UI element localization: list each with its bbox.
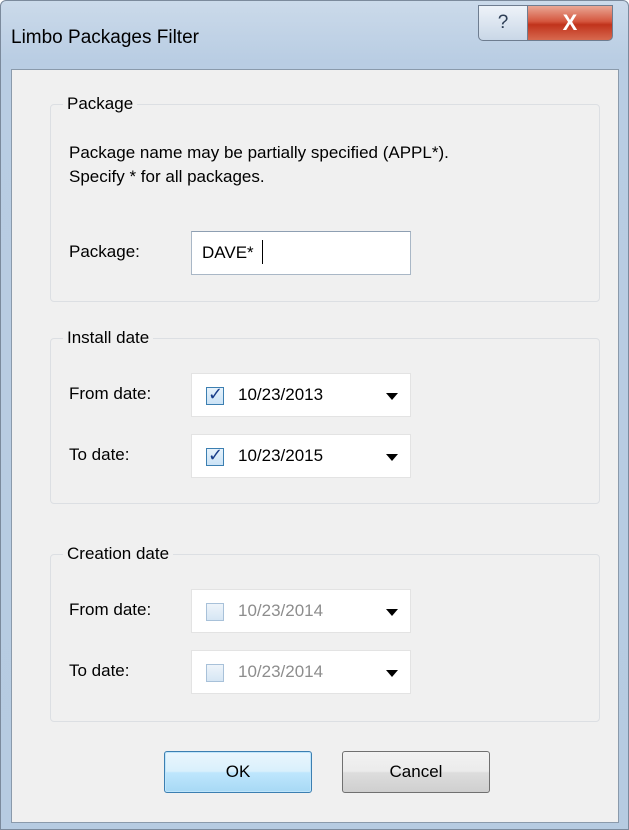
package-group: Package Package name may be partially sp…: [50, 93, 600, 302]
dropdown-arrow-icon[interactable]: [386, 670, 398, 677]
install-from-date: 10/23/2013: [238, 385, 324, 404]
creation-to-date: 10/23/2014: [238, 662, 324, 681]
dialog-window: Limbo Packages Filter ? X Package Packag…: [0, 0, 629, 830]
package-input-value: DAVE*: [202, 243, 254, 262]
install-date-legend: Install date: [63, 327, 154, 349]
creation-from-label: From date:: [69, 600, 152, 619]
install-from-label: From date:: [69, 384, 152, 403]
title-bar[interactable]: Limbo Packages Filter ? X: [1, 1, 628, 69]
help-icon: ?: [497, 12, 509, 33]
creation-date-legend: Creation date: [63, 543, 174, 565]
creation-to-checkbox[interactable]: [206, 664, 224, 682]
dropdown-arrow-icon[interactable]: [386, 393, 398, 400]
checkmark-icon: ✓: [208, 384, 224, 404]
window-title: Limbo Packages Filter: [11, 27, 199, 48]
close-icon: X: [562, 10, 578, 35]
install-date-group: Install date From date: ✓ 10/23/2013 To …: [50, 327, 600, 504]
creation-from-date: 10/23/2014: [238, 601, 324, 620]
checkmark-icon: ✓: [208, 445, 224, 465]
install-to-checkbox[interactable]: ✓: [206, 445, 224, 466]
package-hint-line1: Package name may be partially specified …: [69, 143, 449, 162]
close-button[interactable]: X: [527, 5, 613, 41]
install-to-date: 10/23/2015: [238, 446, 324, 465]
creation-date-group: Creation date From date: 10/23/2014 To d…: [50, 543, 600, 722]
package-label: Package:: [69, 242, 140, 261]
dropdown-arrow-icon[interactable]: [386, 609, 398, 616]
package-group-legend: Package: [63, 93, 138, 115]
cancel-button[interactable]: Cancel: [342, 751, 490, 793]
text-caret: [262, 240, 263, 264]
help-button[interactable]: ?: [478, 5, 528, 41]
creation-from-datepicker[interactable]: 10/23/2014: [191, 589, 411, 633]
install-from-checkbox[interactable]: ✓: [206, 384, 224, 405]
package-hint-line2: Specify * for all packages.: [69, 167, 265, 186]
creation-to-datepicker[interactable]: 10/23/2014: [191, 650, 411, 694]
creation-from-checkbox[interactable]: [206, 603, 224, 621]
dialog-client-area: Package Package name may be partially sp…: [11, 69, 619, 823]
install-to-label: To date:: [69, 445, 130, 464]
package-input[interactable]: DAVE*: [191, 231, 411, 275]
dropdown-arrow-icon[interactable]: [386, 454, 398, 461]
install-to-datepicker[interactable]: ✓ 10/23/2015: [191, 434, 411, 478]
creation-to-label: To date:: [69, 661, 130, 680]
ok-button[interactable]: OK: [164, 751, 312, 793]
install-from-datepicker[interactable]: ✓ 10/23/2013: [191, 373, 411, 417]
